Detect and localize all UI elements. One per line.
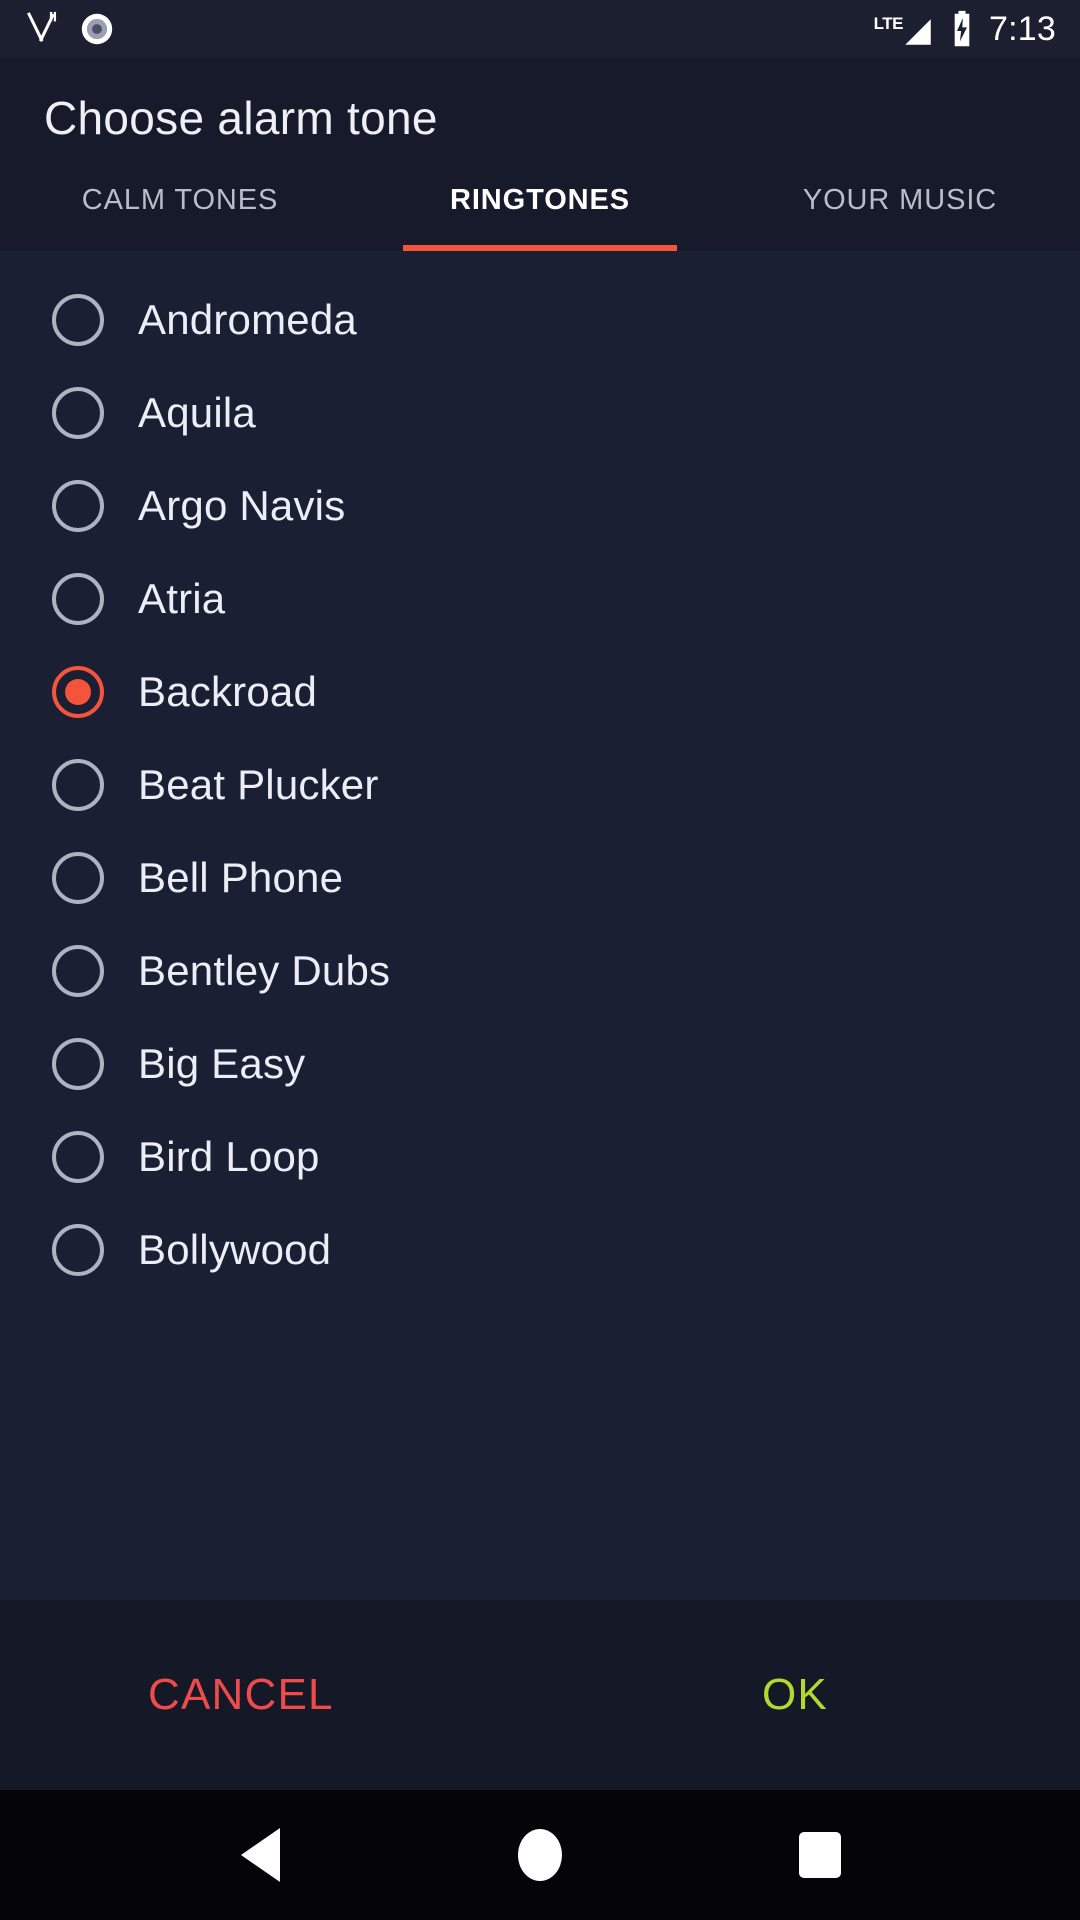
radio-button-icon[interactable] [52, 293, 104, 346]
tab-label: RINGTONES [450, 184, 630, 216]
radio-button-icon[interactable] [52, 1037, 104, 1090]
tone-list[interactable]: Andromeda Aquila Argo Navis Atria Backro… [0, 251, 1080, 1600]
cutlery-icon [22, 10, 60, 48]
tab-ringtones[interactable]: RINGTONES [360, 178, 720, 251]
signal-triangle-icon: LTE [874, 9, 935, 49]
list-item-label: Andromeda [138, 295, 357, 343]
list-item[interactable]: Bollywood [0, 1203, 1080, 1296]
list-item-label: Bollywood [138, 1225, 332, 1273]
battery-charging-icon [949, 10, 975, 48]
list-item[interactable]: Bird Loop [0, 1110, 1080, 1203]
list-item[interactable]: Beat Plucker [0, 738, 1080, 831]
network-type-label: LTE [873, 14, 904, 33]
page-title: Choose alarm tone [44, 92, 438, 144]
list-item-label: Bird Loop [138, 1132, 320, 1180]
radio-button-icon[interactable] [52, 572, 104, 625]
back-icon[interactable] [200, 1795, 320, 1915]
status-bar-left-icons [22, 10, 116, 48]
active-tab-indicator [403, 245, 677, 251]
tab-your-music[interactable]: YOUR MUSIC [720, 178, 1080, 251]
list-item-label: Beat Plucker [138, 760, 379, 808]
radio-button-icon[interactable] [52, 1223, 104, 1276]
clock-time: 7:13 [989, 10, 1056, 48]
radio-button-icon[interactable] [52, 758, 104, 811]
status-bar: LTE 7:13 [0, 0, 1080, 58]
list-item[interactable]: Argo Navis [0, 459, 1080, 552]
disc-icon [78, 10, 116, 48]
radio-button-icon[interactable] [52, 944, 104, 997]
list-item[interactable]: Aquila [0, 366, 1080, 459]
alarm-tone-picker-screen: LTE 7:13 Choose alarm tone CALM TONES RI… [0, 0, 1080, 1920]
list-item[interactable]: Bell Phone [0, 831, 1080, 924]
list-item-label: Bell Phone [138, 853, 344, 901]
tab-calm-tones[interactable]: CALM TONES [0, 178, 360, 251]
radio-button-icon[interactable] [52, 386, 104, 439]
list-item-selected[interactable]: Backroad [0, 645, 1080, 738]
dialog-action-bar: CANCEL OK [0, 1600, 1080, 1790]
list-item-label: Big Easy [138, 1039, 306, 1087]
tab-label: CALM TONES [81, 184, 279, 216]
list-item-label: Aquila [138, 388, 256, 436]
list-item[interactable]: Bentley Dubs [0, 924, 1080, 1017]
status-bar-right-icons: LTE 7:13 [874, 9, 1056, 49]
list-item[interactable]: Atria [0, 552, 1080, 645]
list-item-label: Atria [138, 574, 226, 622]
list-item[interactable]: Big Easy [0, 1017, 1080, 1110]
tab-label: YOUR MUSIC [802, 184, 998, 216]
ok-button[interactable]: OK [762, 1670, 828, 1720]
cancel-button[interactable]: CANCEL [148, 1670, 334, 1720]
radio-button-icon[interactable] [52, 851, 104, 904]
header-bar: Choose alarm tone [0, 58, 1080, 178]
radio-button-icon[interactable] [52, 479, 104, 532]
list-item-label: Bentley Dubs [138, 946, 391, 994]
list-item[interactable]: Andromeda [0, 273, 1080, 366]
recents-icon[interactable] [760, 1795, 880, 1915]
android-navigation-bar [0, 1790, 1080, 1920]
list-item-label: Argo Navis [138, 481, 346, 529]
tab-bar: CALM TONES RINGTONES YOUR MUSIC [0, 178, 1080, 251]
list-item-label: Backroad [138, 667, 318, 715]
radio-button-icon[interactable] [52, 1130, 104, 1183]
radio-button-icon-selected[interactable] [52, 665, 104, 718]
home-icon[interactable] [480, 1795, 600, 1915]
